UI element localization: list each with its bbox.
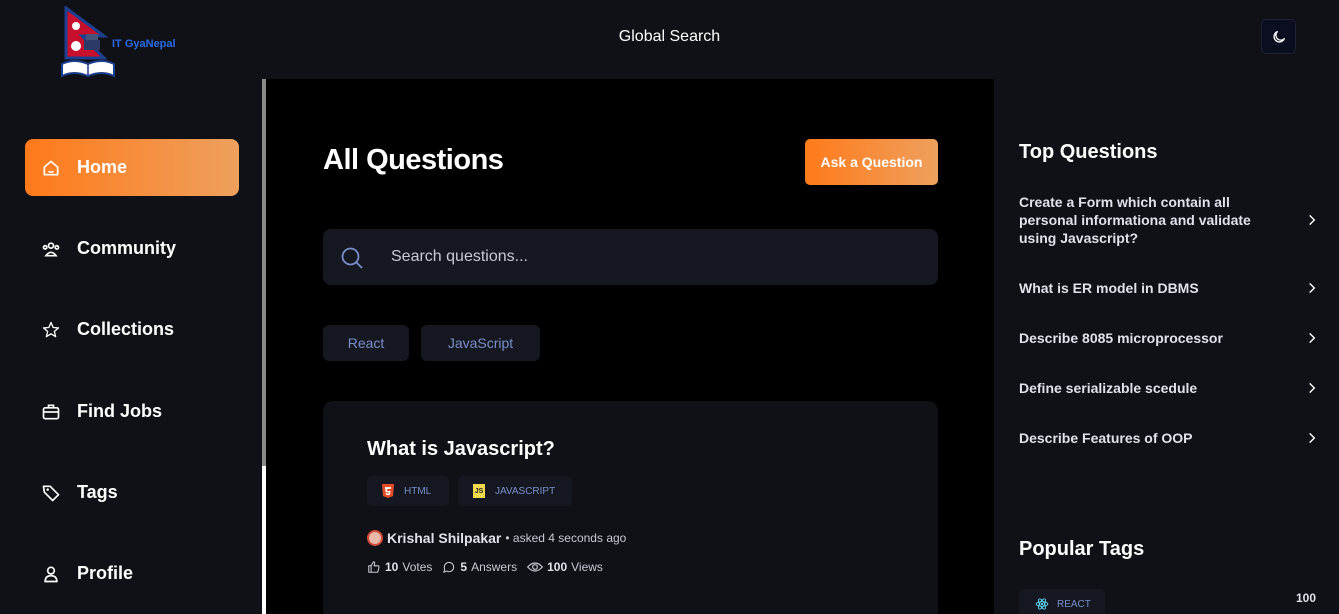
votes-stat: 10 Votes [367, 560, 432, 574]
tag-label: REACT [1057, 598, 1091, 610]
chevron-right-icon [1309, 382, 1316, 394]
question-card[interactable]: What is Javascript? HTML JS JAVASCRIPT K… [323, 401, 938, 614]
js-icon: JS [473, 484, 485, 498]
users-icon [41, 239, 61, 259]
question-title[interactable]: What is Javascript? [367, 438, 555, 461]
search-bar[interactable]: Search questions... [323, 229, 938, 285]
top-question-item[interactable]: Describe Features of OOP [1019, 429, 1319, 447]
tag-label: JAVASCRIPT [495, 485, 556, 497]
briefcase-icon [41, 402, 61, 422]
sidebar-item-collections[interactable]: Collections [25, 301, 239, 358]
ask-question-button[interactable]: Ask a Question [805, 139, 938, 185]
tag-label: HTML [404, 485, 432, 497]
top-question-item[interactable]: Create a Form which contain all personal… [1019, 193, 1319, 247]
moon-icon [1272, 30, 1285, 43]
star-icon [41, 320, 61, 340]
sidebar-item-find-jobs[interactable]: Find Jobs [25, 383, 239, 440]
top-question-text: Define serializable scedule [1019, 380, 1198, 396]
sidebar-item-label: Find Jobs [77, 401, 162, 421]
chevron-right-icon [1309, 214, 1316, 226]
sidebar-item-label: Collections [77, 319, 175, 339]
eye-icon [527, 562, 544, 572]
sidebar-item-tags[interactable]: Tags [25, 464, 239, 521]
sidebar-item-community[interactable]: Community [25, 220, 239, 277]
comment-icon [443, 561, 455, 573]
top-question-item[interactable]: Define serializable scedule [1019, 379, 1319, 397]
views-stat: 100 Views [527, 560, 603, 574]
sidebar-scrollbar-thumb[interactable] [262, 466, 266, 614]
chevron-right-icon [1309, 432, 1316, 444]
global-search-label[interactable]: Global Search [0, 28, 1339, 46]
sidebar-item-label: Community [77, 238, 176, 258]
top-question-item[interactable]: Describe 8085 microprocessor [1019, 329, 1319, 347]
question-author: Krishal Shilpakar • asked 4 seconds ago [367, 530, 626, 546]
top-question-text: What is ER model in DBMS [1019, 280, 1199, 296]
answers-count: 5 [460, 560, 468, 574]
votes-label: Votes [402, 560, 433, 574]
question-tag-javascript[interactable]: JS JAVASCRIPT [458, 476, 572, 506]
asked-time: • asked 4 seconds ago [505, 531, 627, 545]
views-label: Views [571, 560, 603, 574]
views-count: 100 [547, 560, 568, 574]
react-icon [1035, 598, 1049, 610]
question-stats: 10 Votes 5 Answers 100 Views [367, 560, 613, 574]
chevron-right-icon [1309, 332, 1316, 344]
search-icon [341, 247, 363, 269]
tag-count: 100 [1296, 591, 1317, 605]
html5-icon [382, 484, 394, 498]
home-icon [41, 158, 61, 178]
sidebar-scrollbar-track[interactable] [262, 79, 266, 466]
tag-icon [41, 483, 61, 503]
top-navbar: IT GyaNepal Global Search [0, 0, 1339, 79]
filter-react[interactable]: React [323, 325, 409, 361]
popular-tags-heading: Popular Tags [1019, 538, 1145, 560]
filter-javascript[interactable]: JavaScript [421, 325, 540, 361]
top-questions-heading: Top Questions [1019, 141, 1158, 163]
chevron-right-icon [1309, 282, 1316, 294]
votes-count: 10 [385, 560, 399, 574]
answers-stat: 5 Answers [442, 560, 517, 574]
top-question-item[interactable]: What is ER model in DBMS [1019, 279, 1319, 297]
popular-tag-react[interactable]: REACT [1019, 589, 1105, 614]
page-title: All Questions [323, 144, 504, 176]
user-icon [41, 564, 61, 584]
sidebar-item-label: Profile [77, 563, 134, 583]
top-question-text: Create a Form which contain all personal… [1019, 194, 1251, 246]
sidebar-item-home[interactable]: Home [25, 139, 239, 196]
avatar[interactable] [367, 530, 383, 546]
sidebar-item-profile[interactable]: Profile [25, 545, 239, 602]
search-input[interactable]: Search questions... [391, 248, 528, 266]
top-question-text: Describe 8085 microprocessor [1019, 330, 1223, 346]
thumbs-up-icon [368, 561, 380, 573]
top-question-text: Describe Features of OOP [1019, 430, 1193, 446]
theme-toggle-button[interactable] [1261, 19, 1296, 54]
answers-label: Answers [471, 560, 518, 574]
sidebar-item-label: Tags [77, 482, 118, 502]
sidebar-item-label: Home [77, 157, 128, 177]
question-tag-html[interactable]: HTML [367, 476, 449, 506]
author-name[interactable]: Krishal Shilpakar [387, 530, 501, 546]
